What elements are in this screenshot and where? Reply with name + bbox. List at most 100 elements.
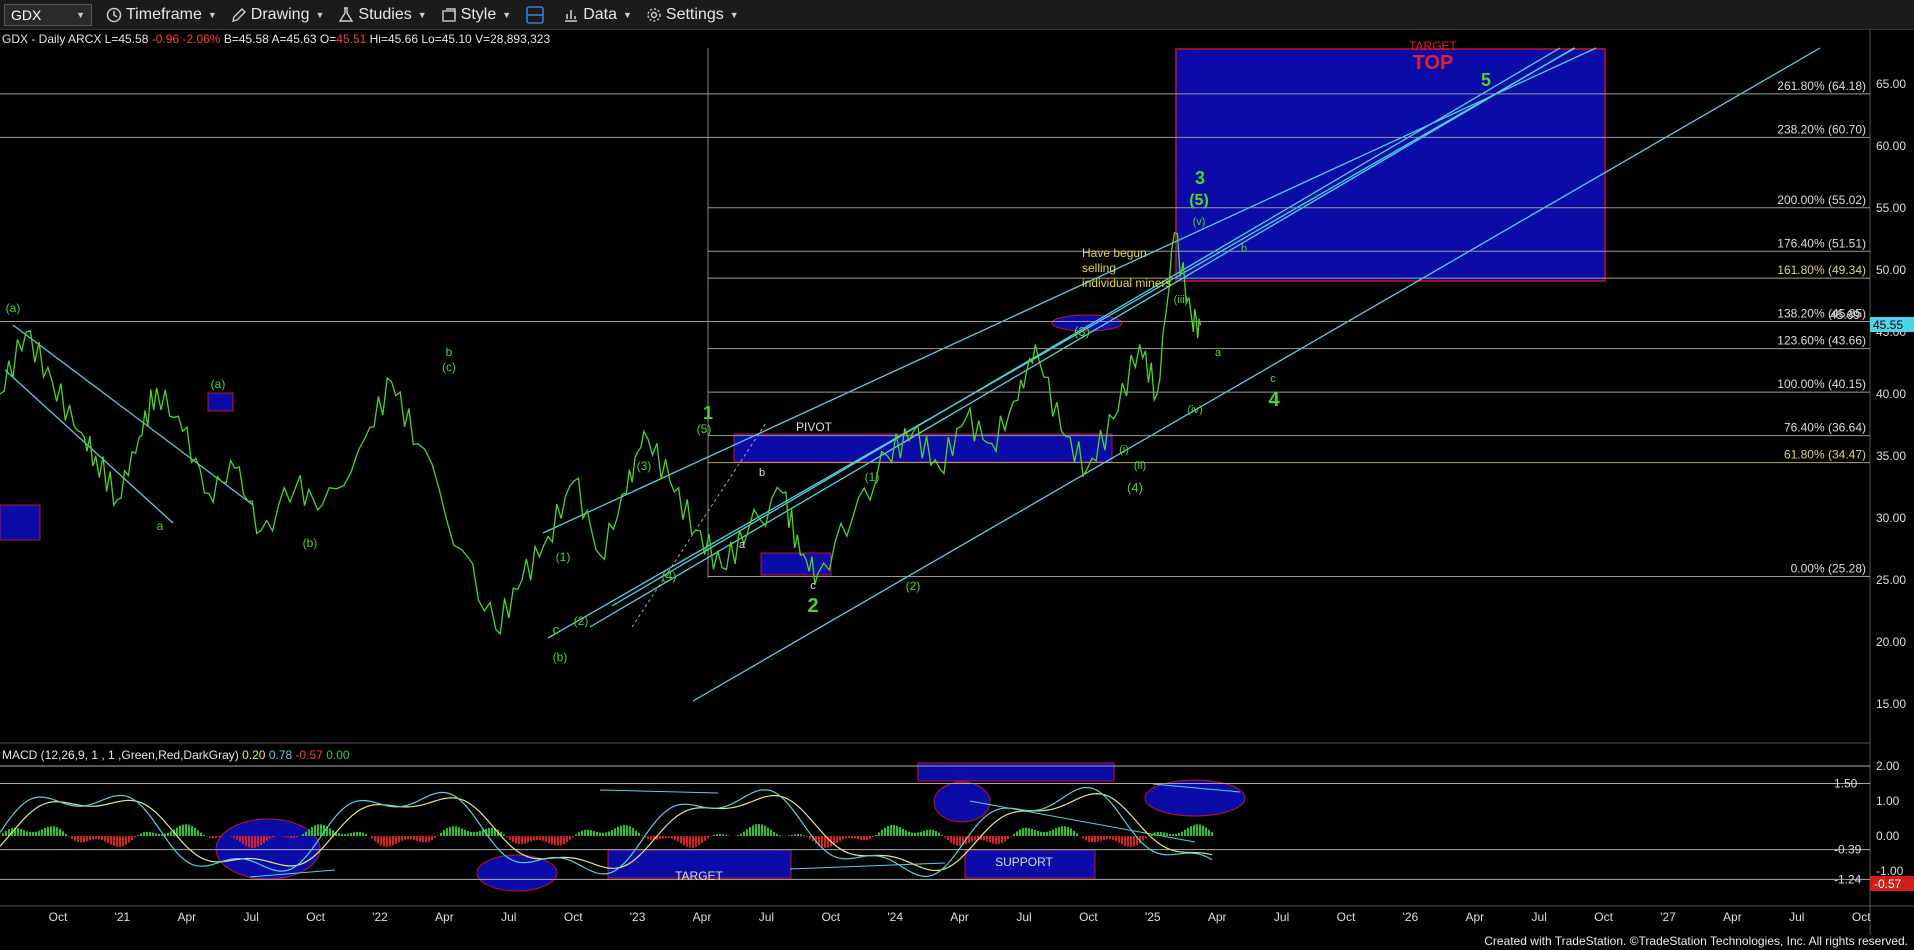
drawing-label: Drawing — [250, 5, 310, 23]
y-tick-label: 65.00 — [1876, 77, 1906, 91]
x-tick-label: Jul — [1789, 910, 1804, 924]
wave-label: 5 — [1481, 70, 1491, 90]
wave-label: c — [553, 622, 560, 637]
wave2-box — [760, 552, 832, 576]
wave-label: (4) — [1127, 480, 1143, 495]
wave-label: (2) — [574, 614, 589, 628]
wave-label: (b) — [303, 536, 318, 550]
x-tick-label: '22 — [372, 910, 388, 924]
y-tick-label: 25.00 — [1876, 573, 1906, 587]
wave-label: PIVOT — [796, 420, 833, 434]
wave-label: b — [1241, 243, 1247, 255]
y-tick-label: 50.00 — [1876, 263, 1906, 277]
x-tick-label: Apr — [693, 910, 712, 924]
wave-label: SUPPORT — [995, 855, 1053, 869]
wave-label: (3) — [1074, 324, 1090, 339]
macd-trend-1 — [599, 789, 719, 794]
wave-label: 1 — [703, 403, 713, 423]
chevron-down-icon: ▼ — [622, 9, 632, 20]
x-tick-label: '25 — [1145, 910, 1161, 924]
macd-v4: 0.00 — [326, 748, 350, 762]
down-channel-bottom — [4, 369, 174, 524]
chevron-down-icon: ▼ — [502, 9, 512, 20]
wave-label: (ii) — [1134, 460, 1146, 472]
x-tick-label: Oct — [1337, 910, 1356, 924]
macd-ellipse-2 — [476, 854, 558, 892]
wave-label: c — [1270, 373, 1276, 385]
last-price-text: 45.55 — [1873, 318, 1903, 332]
x-tick-label: Oct — [49, 910, 68, 924]
settings-button[interactable]: Settings ▼ — [646, 6, 739, 24]
x-tick-label: '24 — [887, 910, 903, 924]
fib-label: 123.60% (43.66) — [1777, 334, 1866, 348]
price-series — [0, 231, 1202, 636]
price-axis: 65.0060.0055.0050.0045.0040.0035.0030.00… — [1876, 77, 1906, 711]
price-line — [0, 231, 1202, 636]
toolbar: GDX ▼ Timeframe ▼ Drawing ▼ Studies ▼ Style… — [0, 0, 1914, 30]
timeframe-button[interactable]: Timeframe ▼ — [106, 6, 217, 24]
box-left — [0, 504, 41, 541]
fib-label: 176.40% (51.51) — [1777, 236, 1866, 250]
macd-tick-label: 1.00 — [1876, 794, 1900, 808]
style-label: Style — [460, 5, 497, 23]
macd-level-label: -0.39 — [1834, 843, 1862, 857]
chevron-down-icon: ▼ — [315, 9, 325, 20]
wave-label: a — [157, 519, 164, 533]
chevron-down-icon: ▼ — [207, 9, 217, 20]
wave-label: (v) — [1193, 216, 1206, 228]
macd-ellipse-3 — [933, 781, 991, 823]
x-tick-label: Jul — [244, 910, 259, 924]
settings-label: Settings — [665, 5, 724, 23]
wave-label: Have begun — [1082, 246, 1147, 260]
wave-label: TARGET — [675, 869, 723, 883]
x-tick-label: Oct — [564, 910, 583, 924]
wave-label: 4 — [1268, 389, 1280, 411]
x-tick-label: '27 — [1660, 910, 1676, 924]
macd-label: MACD (12,26,9, 1 , 1 ,Green,Red,DarkGray… — [2, 748, 239, 762]
gear-icon — [647, 7, 661, 22]
fib-label: 100.00% (40.15) — [1777, 377, 1866, 391]
wave-label: (c) — [442, 360, 456, 374]
pencil-icon — [231, 7, 246, 22]
fib-label: 0.00% (25.28) — [1791, 562, 1866, 576]
y-tick-label: 60.00 — [1876, 139, 1906, 153]
macd-level-label: 1.50 — [1834, 777, 1858, 791]
x-tick-label: '26 — [1403, 910, 1419, 924]
wave-label: b — [446, 345, 453, 359]
style-button[interactable]: Style ▼ — [441, 5, 512, 24]
drawing-button[interactable]: Drawing ▼ — [231, 5, 325, 24]
price-chart[interactable]: 261.80% (64.18) 238.20% (60.70) 200.00% (5… — [0, 30, 1914, 935]
macd-v2: 0.78 — [268, 748, 293, 762]
x-tick-label: Oct — [306, 910, 325, 924]
macd-last-text: -0.57 — [1874, 877, 1902, 891]
bar-chart-icon — [565, 9, 578, 22]
symbol-selector[interactable]: GDX ▼ — [4, 3, 92, 26]
wave-label: (1) — [556, 550, 571, 564]
macd-legend: MACD (12,26,9, 1 , 1 ,Green,Red,DarkGray… — [2, 748, 350, 762]
x-tick-label: Jul — [501, 910, 516, 924]
fib-label: 61.80% (34.47) — [1784, 448, 1866, 462]
x-tick-label: Jul — [1016, 910, 1031, 924]
studies-button[interactable]: Studies ▼ — [338, 6, 427, 24]
x-tick-label: Apr — [177, 910, 196, 924]
data-button[interactable]: Data ▼ — [563, 6, 632, 24]
data-label: Data — [583, 5, 617, 23]
clock-icon — [106, 7, 122, 22]
macd-v1: 0.20 — [242, 748, 266, 762]
wave-label: (iv) — [1187, 404, 1202, 416]
x-tick-label: Oct — [1594, 910, 1613, 924]
wave-label: TOP — [1413, 52, 1454, 74]
layout-button[interactable] — [525, 5, 549, 25]
wave-label: TARGET — [1409, 39, 1457, 53]
prev-price-text: 45.69 — [1830, 308, 1860, 322]
macd-tick-label: -1.00 — [1876, 864, 1904, 878]
wave-label: 2 — [807, 595, 818, 617]
x-tick-label: Apr — [1723, 910, 1742, 924]
pivot-box — [733, 433, 1113, 463]
x-tick-label: Oct — [821, 910, 840, 924]
macd-v3: -0.57 — [295, 748, 323, 762]
x-tick-label: Apr — [1465, 910, 1484, 924]
copyright-footer: Created with TradeStation. ©TradeStation… — [1484, 934, 1908, 948]
wave-label: individual miners — [1082, 276, 1171, 290]
wave-label: (5) — [697, 422, 712, 436]
